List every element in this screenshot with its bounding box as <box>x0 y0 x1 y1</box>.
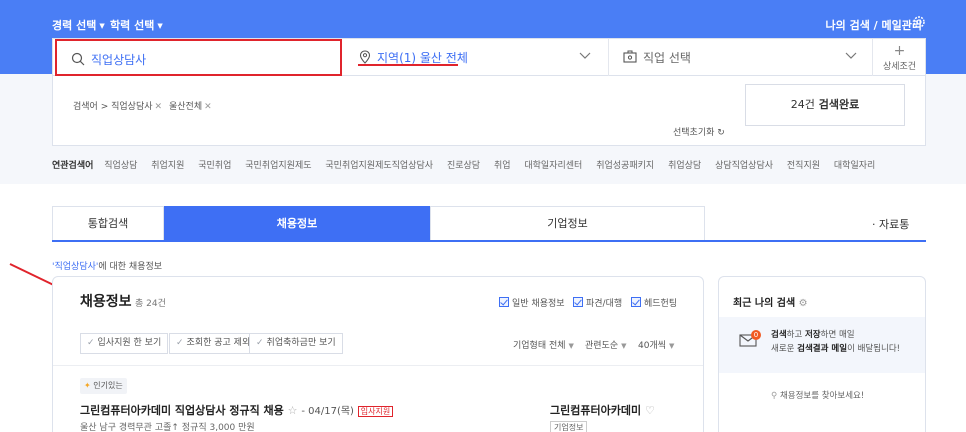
gear-icon[interactable]: ⚙ <box>799 298 808 309</box>
selected-filters: 검색어 > 직업상담사 ✕ 울산전체 ✕ 선택초기화 ↻ 24건 검색완료 <box>52 76 926 146</box>
related-item[interactable]: 취업지원 <box>151 161 184 171</box>
close-icon[interactable]: ✕ <box>204 102 212 112</box>
related-heading: 연관검색어 <box>52 161 94 171</box>
plus-icon: + <box>893 43 906 59</box>
result-tabs: 통합검색 채용정보 기업정보 · 자료통 <box>52 206 926 242</box>
mail-count-badge: 0 <box>751 330 761 340</box>
keyword-input[interactable]: 직업상담사 <box>55 39 342 76</box>
check-icon: ✓ <box>256 338 264 348</box>
sort-select[interactable]: 관련도순 ▼ <box>585 338 627 351</box>
company-name[interactable]: 그린컴퓨터아카데미 ♡ <box>550 402 655 418</box>
briefcase-icon <box>623 50 637 63</box>
mail-promo: 0 검색하고 저장하면 매일 새로운 검색결과 메일이 배달됩니다! <box>719 317 925 373</box>
search-icon <box>71 52 85 66</box>
related-item[interactable]: 국민취업지원제도직업상담사 <box>325 161 433 171</box>
reset-button[interactable]: 선택초기화 ↻ <box>673 125 725 138</box>
job-listing-title[interactable]: 그린컴퓨터아카데미 직업상담사 정규직 채용 ☆ - 04/17(목) 입사지원 <box>80 402 394 418</box>
jobs-panel: 채용정보 총 24건 일반 채용정보 파견/대행 헤드헌팅 ✓ 입사지원 한 보기… <box>52 276 704 432</box>
popular-badge: ✦ 인기있는 <box>80 378 127 394</box>
related-item[interactable]: 상담직업상담사 <box>715 161 773 171</box>
keyword-value: 직업상담사 <box>91 53 147 67</box>
filter-chip[interactable]: 울산전체 ✕ <box>169 99 212 112</box>
location-pin-icon <box>359 50 371 64</box>
caret-down-icon: ▼ <box>669 342 675 350</box>
related-keywords: 연관검색어 직업상담 취업지원 국민취업 국민취업지원제도 국민취업지원제도직업… <box>52 158 886 171</box>
refresh-icon: ↻ <box>717 128 725 138</box>
search-bar: 직업상담사 지역(1) 울산 전체 직업 선택 + 상세조건 <box>52 38 926 76</box>
checkbox-icon <box>499 297 509 307</box>
checkbox-general[interactable]: 일반 채용정보 <box>499 296 565 309</box>
detail-conditions-button[interactable]: + 상세조건 <box>873 39 926 76</box>
caret-down-icon: ▼ <box>157 22 163 30</box>
related-item[interactable]: 진로상담 <box>447 161 480 171</box>
star-icon[interactable]: ☆ <box>288 404 298 417</box>
related-item[interactable]: 대학일자리 <box>834 161 875 171</box>
chevron-down-icon <box>845 52 857 59</box>
divider <box>53 365 703 366</box>
region-select[interactable]: 지역(1) 울산 전체 <box>356 39 609 76</box>
filter-bonus-only[interactable]: ✓ 취업축하금만 보기 <box>249 333 343 354</box>
related-item[interactable]: 취업성공패키지 <box>596 161 654 171</box>
my-search-link[interactable]: 나의 검색 / 메일관리 <box>826 17 922 33</box>
jobs-title: 채용정보 <box>80 294 132 310</box>
tab-integrated[interactable]: 통합검색 <box>52 206 164 240</box>
recent-search-title: 최근 나의 검색 ⚙ <box>733 298 808 309</box>
caret-down-icon: ▼ <box>621 342 627 350</box>
filter-applied-only[interactable]: ✓ 입사지원 한 보기 <box>80 333 169 354</box>
checkbox-icon <box>631 297 641 307</box>
find-jobs-link[interactable]: ⚲ 채용정보를 찾아보세요! <box>771 389 864 401</box>
job-placeholder: 직업 선택 <box>643 51 691 65</box>
result-count: 24건 <box>790 98 815 111</box>
checkbox-dispatch[interactable]: 파견/대행 <box>573 296 622 309</box>
job-select[interactable]: 직업 선택 <box>609 39 873 76</box>
related-item[interactable]: 직업상담 <box>104 161 137 171</box>
apply-badge[interactable]: 입사지원 <box>357 406 394 417</box>
job-listing-meta: 울산 남구 경력무관 고졸↑ 정규직 3,000 만원 <box>80 423 255 432</box>
search-complete-button[interactable]: 24건 검색완료 <box>745 84 905 126</box>
company-type-select[interactable]: 기업형태 전체 ▼ <box>513 338 574 351</box>
page-size-select[interactable]: 40개씩 ▼ <box>638 338 674 351</box>
filter-chip[interactable]: 검색어 > 직업상담사 ✕ <box>73 99 162 112</box>
related-item[interactable]: 전직지원 <box>787 161 820 171</box>
sparkle-icon: ✦ <box>84 381 91 390</box>
related-item[interactable]: 국민취업 <box>198 161 231 171</box>
tab-company[interactable]: 기업정보 <box>430 206 705 240</box>
jobs-count: 총 24건 <box>135 299 166 309</box>
tab-jobs[interactable]: 채용정보 <box>164 206 430 240</box>
gear-icon[interactable] <box>912 15 926 29</box>
company-info-tag[interactable]: 기업정보 <box>550 421 588 432</box>
checkbox-headhunting[interactable]: 헤드헌팅 <box>631 296 677 309</box>
deadline-date: - 04/17(목) <box>301 406 354 417</box>
related-item[interactable]: 취업상담 <box>668 161 701 171</box>
education-select[interactable]: 학력 선택 ▼ <box>110 17 163 33</box>
chevron-down-icon <box>579 52 591 59</box>
close-icon[interactable]: ✕ <box>155 102 163 112</box>
region-highlight <box>358 64 458 66</box>
related-item[interactable]: 대학일자리센터 <box>524 161 582 171</box>
checkbox-icon <box>573 297 583 307</box>
heart-icon[interactable]: ♡ <box>645 404 655 417</box>
result-label: 검색완료 <box>818 98 860 111</box>
related-item[interactable]: 국민취업지원제도 <box>245 161 311 171</box>
recent-search-panel: 최근 나의 검색 ⚙ 0 검색하고 저장하면 매일 새로운 검색결과 메일이 배… <box>718 276 926 432</box>
check-icon: ✓ <box>176 338 184 348</box>
search-icon: ⚲ <box>771 391 778 401</box>
mail-promo-text: 검색하고 저장하면 매일 새로운 검색결과 메일이 배달됩니다! <box>771 330 901 354</box>
related-item[interactable]: 취업 <box>494 161 511 171</box>
filter-exclude-viewed[interactable]: ✓ 조회한 공고 제외 <box>169 333 258 354</box>
tab-data[interactable]: · 자료통 <box>872 216 909 232</box>
detail-label: 상세조건 <box>882 62 917 72</box>
caret-down-icon: ▼ <box>99 22 105 30</box>
caret-down-icon: ▼ <box>568 342 574 350</box>
career-select[interactable]: 경력 선택 ▼ <box>52 17 105 33</box>
check-icon: ✓ <box>87 338 95 348</box>
